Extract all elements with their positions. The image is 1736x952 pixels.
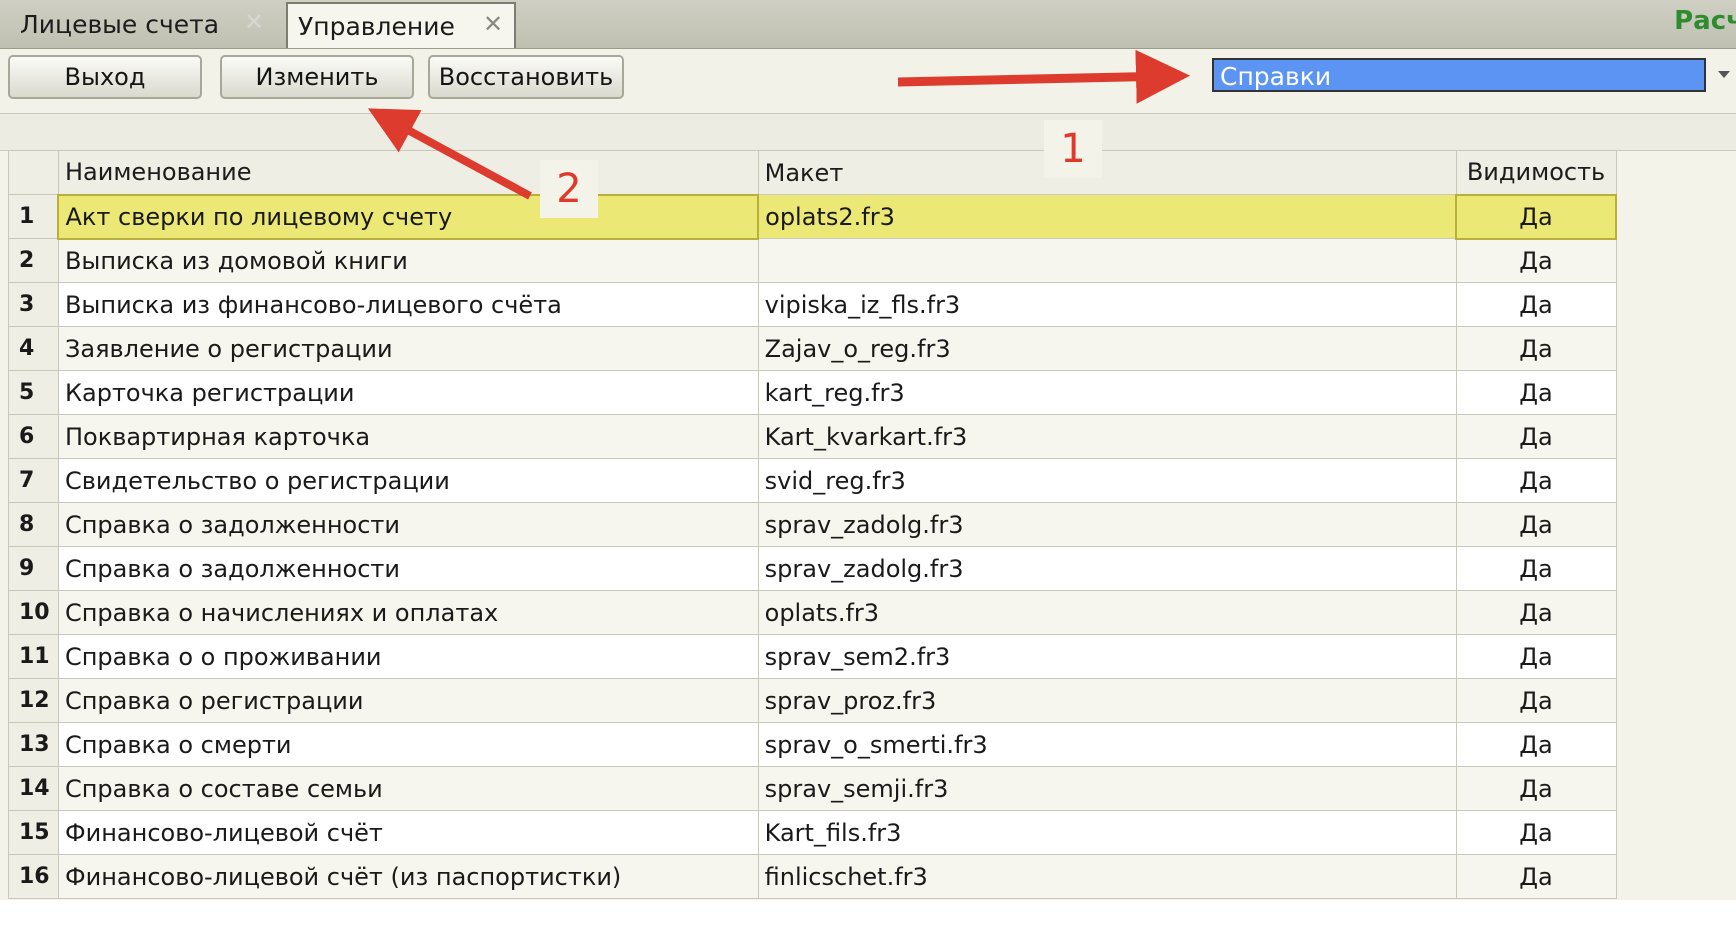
app-window: Лицевые счета ✕ Управление ✕ Расч Выход … <box>0 0 1736 952</box>
callout-1: 1 <box>1044 120 1102 178</box>
arrow-to-dropdown <box>897 49 1190 104</box>
arrow-to-edit-button <box>367 108 532 200</box>
annotation-arrows <box>367 49 1190 200</box>
callout-2: 2 <box>540 160 598 218</box>
